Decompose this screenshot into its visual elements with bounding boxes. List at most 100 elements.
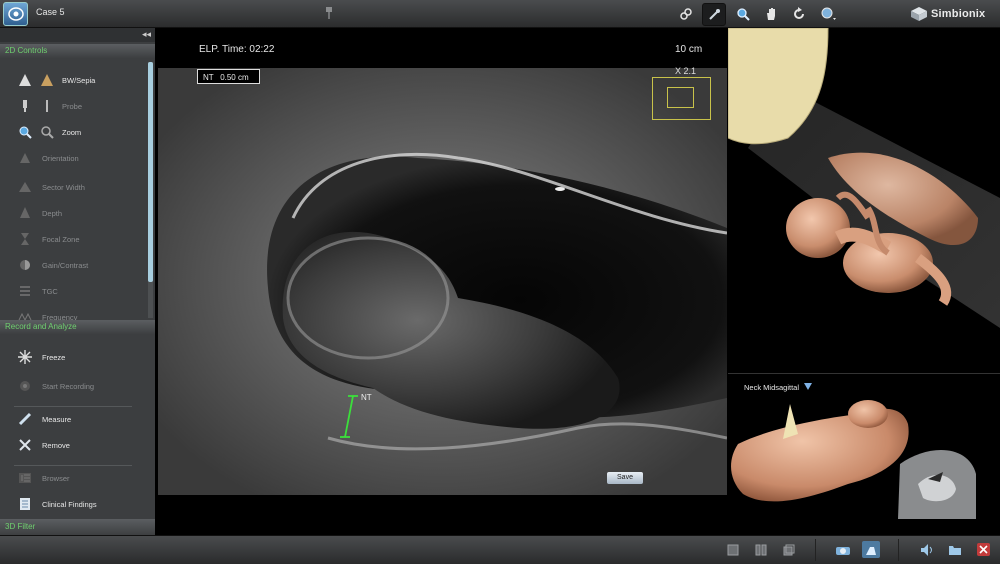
elapsed-time: ELP. Time: 02:22 [199,44,275,55]
bottom-toolbar [0,535,1000,564]
layout-overlay-button[interactable] [780,541,798,558]
magnifier-dropdown-icon [821,7,836,20]
control-measure[interactable]: Measure [0,409,148,431]
browser-icon [18,471,32,485]
control-label: Zoom [62,128,82,137]
control-browser: Browser [0,468,148,490]
zoom-button[interactable] [732,3,754,24]
layout-overlay-icon [783,544,795,555]
control-label: TGC [42,287,58,296]
folder-button[interactable] [946,541,964,558]
orientation-icon [18,151,32,165]
link-button[interactable] [675,3,697,24]
bw-sepia-icon [18,73,32,87]
zoom-alt-icon [40,125,54,139]
control-zoom[interactable]: Zoom [0,122,148,144]
clinical-findings-icon [18,497,32,511]
close-icon [976,543,990,556]
layout-single-button[interactable] [724,541,742,558]
control-label: Start Recording [42,382,95,391]
divider [815,539,816,561]
layout-split-icon [755,544,767,555]
depth-readout: 10 cm [675,44,703,55]
rotate-icon [794,6,804,19]
magnifier-dropdown-button[interactable] [818,3,840,24]
probe-view-button[interactable] [862,541,880,558]
plane-view[interactable]: Neck Midsagittal [728,373,1000,536]
link-icon [680,7,692,20]
remove-icon [18,438,32,452]
nt-marker-label: NT [361,393,372,402]
pin-icon[interactable] [324,6,334,20]
3d-view[interactable] [727,27,1000,370]
volume-button[interactable] [918,541,936,558]
control-probe: Probe [0,96,148,118]
layout-split-button[interactable] [752,541,770,558]
brand-name: Simbionix [931,8,986,20]
sector-width-icon [18,180,32,194]
app-logo-icon[interactable] [3,2,28,26]
gain-contrast-icon [18,258,32,272]
focal-zone-icon [18,232,32,246]
nt-measurement-box: NT 0.50 cm [197,69,260,84]
top-toolbar: Case 5 Simbionix [0,0,1000,28]
control-gain-contrast: Gain/Contrast [0,255,148,277]
control-label: Probe [62,102,83,111]
control-label: Orientation [42,154,79,163]
ultrasound-view[interactable]: ELP. Time: 02:22 10 cm NT 0.50 cm X 2.1 … [155,28,727,535]
divider [14,465,132,466]
control-bw-sepia[interactable]: BW/Sepia [0,70,148,92]
control-start-recording: Start Recording [0,376,148,398]
zoom-icon [737,7,750,21]
measure-icon [18,412,32,426]
probe-link-icon [709,8,720,20]
zoom-factor: X 2.1 [675,66,697,76]
control-orientation: Orientation [0,148,148,170]
control-focal-zone: Focal Zone [0,229,148,251]
collapse-panel-button[interactable]: ◂◂ [142,29,151,40]
control-label: Remove [42,441,70,450]
brand-logo: Simbionix [910,5,985,23]
divider [14,406,132,407]
rotate-button[interactable] [788,3,810,24]
simbionix-logo-icon [911,7,927,21]
control-label: Gain/Contrast [42,261,89,270]
collapse-bar: ◂◂ [0,28,155,42]
controls-scrollbar[interactable] [148,62,153,318]
record-icon [18,379,32,393]
save-button[interactable]: Save [607,472,643,484]
probe-link-button[interactable] [702,3,726,26]
zoom-icon [18,125,32,139]
record-section-header[interactable]: Record and Analyze [0,320,155,334]
pan-button[interactable] [760,3,782,24]
scroll-thumb[interactable] [148,62,153,282]
ultrasound-image[interactable] [158,68,727,495]
control-label: Depth [42,209,63,218]
control-freeze[interactable]: Freeze [0,347,148,369]
control-label: Measure [42,415,72,424]
control-sector-width: Sector Width [0,177,148,199]
control-label: Clinical Findings [42,500,97,509]
camera-view-button[interactable] [834,541,852,558]
control-clinical-findings[interactable]: Clinical Findings [0,494,148,516]
close-button[interactable] [974,541,992,558]
pan-hand-icon [767,7,775,20]
camera-view-icon [836,546,850,555]
folder-icon [949,545,961,555]
divider [898,539,899,561]
filter-section-header[interactable]: 3D Filter [0,519,155,535]
control-label: Browser [42,474,70,483]
probe-view-icon [866,546,876,555]
control-remove[interactable]: Remove [0,435,148,457]
sepia-icon [40,73,54,87]
control-tgc: TGC [0,281,148,303]
tgc-icon [18,284,32,298]
probe-icon [18,99,32,113]
zoom-region-box[interactable] [667,87,694,108]
layout-single-icon [727,544,739,555]
probe-tip-icon [40,99,54,113]
controls-section-header[interactable]: 2D Controls [0,44,155,58]
freeze-icon [18,350,32,364]
control-label: BW/Sepia [62,76,96,85]
control-label: Sector Width [42,183,85,192]
